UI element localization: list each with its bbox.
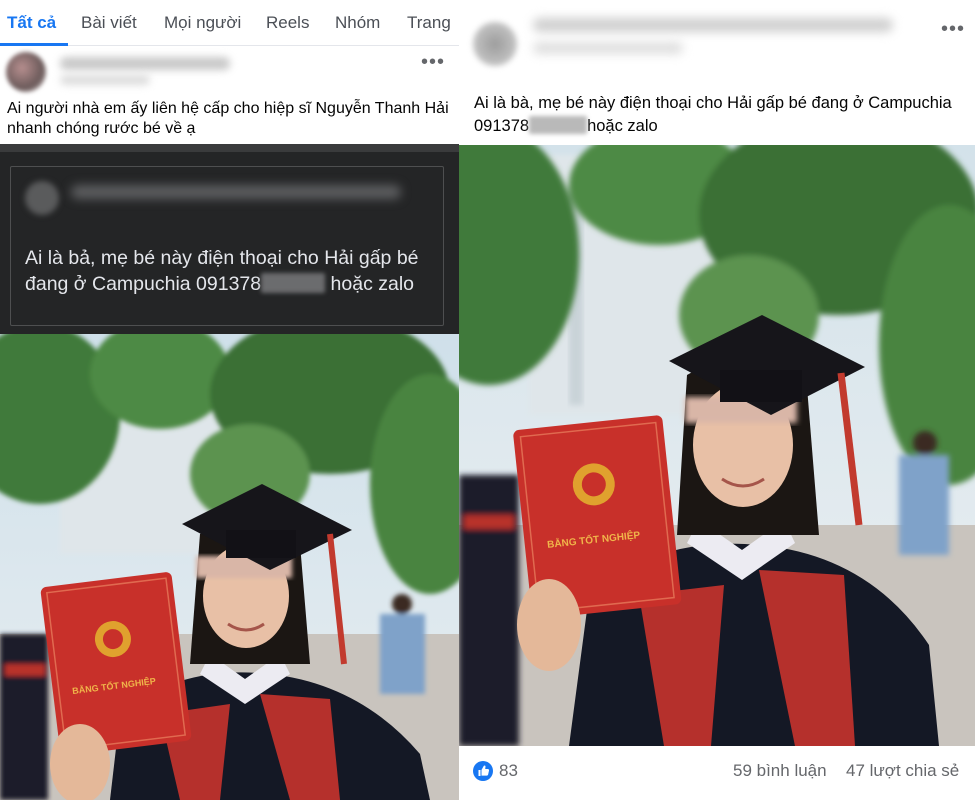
blurred-post-meta [60, 75, 150, 85]
blurred-author-name [60, 57, 230, 70]
graduation-photo[interactable]: BẰNG TỐT NGHIỆP [459, 145, 975, 746]
shared-post-text: Ai là bả, mẹ bé này điện thoại cho Hải g… [25, 245, 435, 297]
right-post-caption: Ai là bà, mẹ bé này điện thoại cho Hải g… [474, 92, 954, 138]
shared-text-end: hoặc zalo [325, 273, 415, 295]
divider [0, 144, 459, 152]
blurred-avatar [25, 181, 59, 215]
avatar[interactable] [473, 22, 517, 66]
tab-posts[interactable]: Bài viết [81, 13, 137, 33]
like-reaction-icon[interactable] [473, 761, 493, 781]
avatar[interactable] [6, 52, 46, 92]
right-post-header: ••• [459, 0, 975, 90]
shared-dark-post: Ai là bả, mẹ bé này điện thoại cho Hải g… [0, 144, 459, 334]
redacted-phone [529, 116, 588, 134]
more-options-icon[interactable]: ••• [421, 51, 445, 74]
search-tabs: Tất cả Bài viết Mọi người Reels Nhóm Tra… [0, 0, 459, 46]
active-tab-indicator [0, 43, 68, 46]
tab-groups[interactable]: Nhóm [335, 13, 380, 33]
left-post-caption: Ai người nhà em ấy liên hệ cấp cho hiệp … [7, 100, 449, 137]
right-screenshot: ••• Ai là bà, mẹ bé này điện thoại cho H… [459, 0, 975, 800]
tab-pages[interactable]: Trang [407, 13, 451, 33]
post-footer: 83 59 bình luận 47 lượt chia sẻ [459, 746, 975, 800]
redacted-phone [261, 273, 326, 293]
blurred-author-name [71, 185, 401, 199]
blurred-author-name [533, 18, 893, 32]
thumbs-up-icon [478, 765, 490, 776]
share-count[interactable]: 47 lượt chia sẻ [846, 761, 959, 781]
graduation-photo-graphic [459, 145, 975, 746]
more-options-icon[interactable]: ••• [941, 18, 965, 41]
reaction-count[interactable]: 83 [499, 761, 518, 781]
left-screenshot: Tất cả Bài viết Mọi người Reels Nhóm Tra… [0, 0, 459, 800]
tab-people[interactable]: Mọi người [164, 13, 241, 33]
blurred-post-meta [533, 42, 683, 54]
tab-reels[interactable]: Reels [266, 13, 309, 33]
tab-all[interactable]: Tất cả [7, 13, 56, 33]
caption-text-end: hoặc zalo [587, 117, 658, 135]
comment-count[interactable]: 59 bình luận [733, 761, 827, 781]
left-post-header: ••• [0, 47, 459, 95]
graduation-photo[interactable]: BẰNG TỐT NGHIỆP [0, 334, 459, 800]
shared-post-card: Ai là bả, mẹ bé này điện thoại cho Hải g… [10, 166, 444, 326]
graduation-photo-graphic [0, 334, 459, 800]
